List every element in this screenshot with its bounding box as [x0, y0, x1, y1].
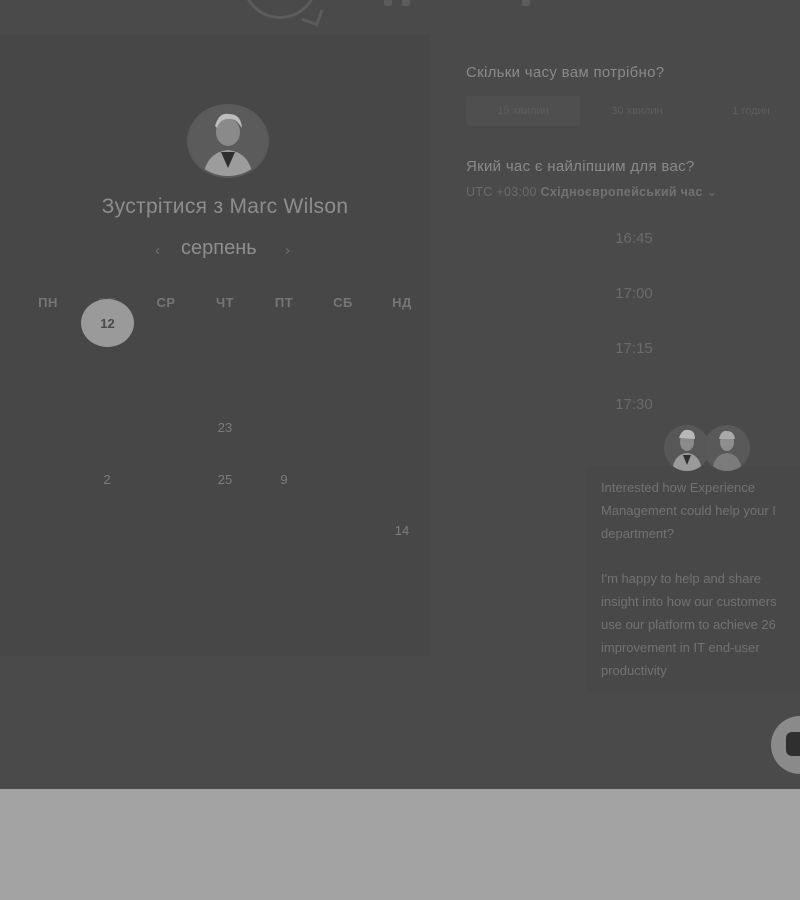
weekday-header: ПТ [274, 295, 294, 310]
next-month-button[interactable]: › [285, 242, 290, 259]
weekday-header: НД [392, 295, 412, 310]
duration-options: 15 хвилин 30 хвилин 1 годин [466, 96, 800, 128]
agent-avatar [704, 425, 750, 471]
brand-logo-icon [242, 0, 318, 19]
weekday-header: СР [156, 295, 176, 310]
chat-agent-avatars [664, 425, 758, 473]
month-label: серпень [181, 237, 257, 259]
person-icon [189, 106, 267, 176]
time-slot[interactable]: 17:15 [586, 340, 682, 357]
weekday-header: ПН [38, 295, 58, 310]
selected-day[interactable]: 12 [81, 299, 134, 347]
timezone-selector[interactable]: UTC +03:00 Східноєвропейський час ⌄ [466, 184, 717, 199]
calendar-day[interactable]: 2 [87, 472, 127, 487]
calendar-day[interactable]: 25 [205, 472, 245, 487]
calendar-day[interactable]: 14 [382, 523, 422, 538]
calendar-day[interactable]: 23 [205, 420, 245, 435]
brand-logo-bar-icon [522, 0, 530, 6]
person-icon [704, 425, 750, 471]
time-question: Який час є найліпшим для вас? [466, 158, 695, 175]
timezone-offset: UTC +03:00 [466, 185, 537, 199]
meeting-title: Зустрітися з Marc Wilson [101, 195, 349, 218]
duration-option-60[interactable]: 1 годин [694, 96, 800, 126]
previous-month-button[interactable]: ‹ [155, 242, 160, 259]
time-slot[interactable]: 16:45 [586, 230, 682, 247]
chat-icon [786, 732, 800, 756]
page-footer-area [0, 789, 800, 900]
duration-option-15[interactable]: 15 хвилин [466, 96, 580, 126]
duration-option-30[interactable]: 30 хвилин [580, 96, 694, 126]
chevron-down-icon: ⌄ [706, 185, 718, 199]
chat-message-text: I'm happy to help and share insight into… [601, 571, 777, 678]
brand-logo-bar-icon [402, 0, 410, 6]
weekday-header: СБ [333, 295, 353, 310]
scheduling-page: Зустрітися з Marc Wilson ‹ серпень › ПН … [0, 0, 800, 789]
duration-question: Скільки часу вам потрібно? [466, 64, 665, 81]
time-slot[interactable]: 17:00 [586, 285, 682, 302]
timezone-name: Східноєвропейський час [540, 185, 703, 199]
host-avatar [187, 104, 269, 178]
time-slot[interactable]: 17:30 [586, 396, 682, 413]
chat-message-text: Interested how Experience Management cou… [601, 480, 776, 541]
brand-logo-bar-icon [384, 0, 392, 6]
calendar-day[interactable]: 9 [264, 472, 304, 487]
weekday-header: ЧТ [215, 295, 235, 310]
